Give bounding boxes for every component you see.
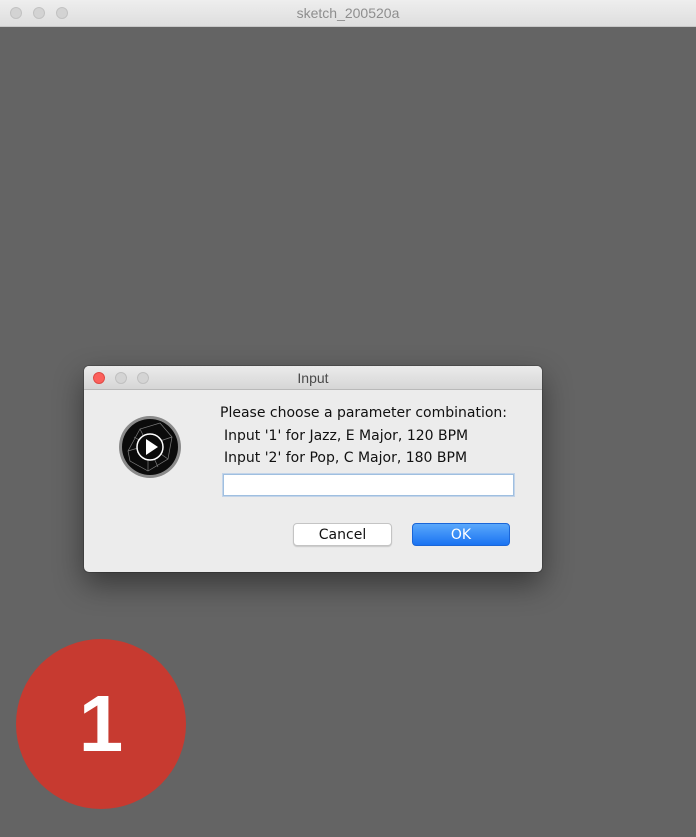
window-titlebar[interactable]: sketch_200520a	[0, 0, 696, 27]
ok-button[interactable]: OK	[412, 523, 510, 546]
parameter-input[interactable]	[223, 474, 514, 496]
dialog-message-line: Input '2' for Pop, C Major, 180 BPM	[224, 450, 468, 466]
dialog-titlebar[interactable]: Input	[84, 366, 542, 390]
step-number-badge: 1	[16, 639, 186, 809]
dialog-title: Input	[297, 370, 329, 386]
app-window: sketch_200520a 1 Input Please choose a p…	[0, 0, 696, 837]
input-dialog: Input Please choose a parameter combinat…	[84, 366, 542, 572]
cancel-button[interactable]: Cancel	[293, 523, 392, 546]
window-title: sketch_200520a	[296, 5, 400, 21]
dialog-message-line: Please choose a parameter combination:	[220, 405, 507, 421]
java-play-icon	[119, 416, 181, 478]
dialog-message-line: Input '1' for Jazz, E Major, 120 BPM	[224, 428, 469, 444]
